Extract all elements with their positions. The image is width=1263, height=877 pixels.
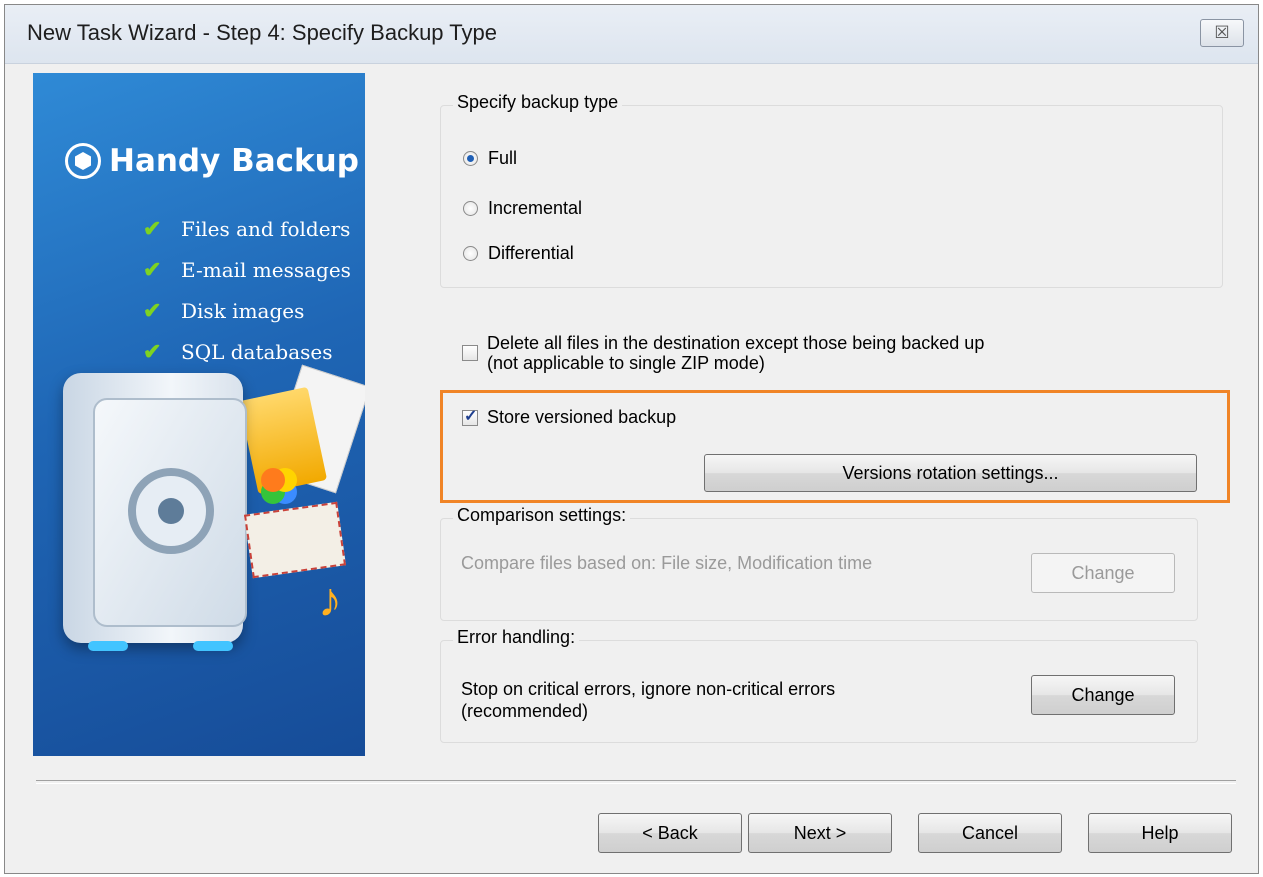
delete-files-note: (not applicable to single ZIP mode) bbox=[487, 353, 765, 373]
close-button[interactable]: ☒ bbox=[1200, 19, 1244, 47]
safe-wheel-icon bbox=[128, 468, 214, 554]
store-versioned-option[interactable]: Store versioned backup bbox=[462, 407, 676, 427]
backup-type-legend: Specify backup type bbox=[453, 92, 623, 113]
footer-separator bbox=[36, 780, 1236, 784]
radio-incremental-label: Incremental bbox=[488, 198, 583, 218]
backup-type-group: Specify backup type Full Incremental Dif… bbox=[440, 92, 1223, 288]
checkmark-icon: ✔ bbox=[143, 339, 162, 365]
radio-full-label: Full bbox=[488, 148, 518, 168]
delete-files-label: Delete all files in the destination exce… bbox=[487, 333, 985, 353]
versions-rotation-settings-button[interactable]: Versions rotation settings... bbox=[704, 454, 1197, 492]
back-button[interactable]: < Back bbox=[598, 813, 742, 853]
feature-list: ✔ Files and folders ✔ E-mail messages ✔ Dis… bbox=[143, 208, 351, 372]
safe-foot bbox=[193, 641, 233, 651]
radio-incremental[interactable]: Incremental bbox=[463, 198, 582, 219]
next-button[interactable]: Next > bbox=[748, 813, 892, 853]
product-banner: Handy Backup ✔ Files and folders ✔ E-mail … bbox=[33, 73, 365, 756]
brand-name: Handy Backup bbox=[109, 143, 359, 179]
store-versioned-label: Store versioned backup bbox=[487, 407, 677, 427]
radio-full-button[interactable] bbox=[463, 151, 478, 166]
comparison-settings-text: Compare files based on: File size, Modif… bbox=[461, 553, 873, 573]
delete-files-checkbox[interactable] bbox=[462, 345, 478, 361]
handy-backup-logo-icon bbox=[65, 143, 101, 179]
radio-differential-label: Differential bbox=[488, 243, 574, 263]
cancel-button[interactable]: Cancel bbox=[918, 813, 1062, 853]
comparison-change-button[interactable]: Change bbox=[1031, 553, 1175, 593]
flower-icon bbox=[261, 468, 285, 492]
checkmark-icon: ✔ bbox=[143, 216, 162, 242]
store-versioned-checkbox[interactable] bbox=[462, 407, 478, 427]
radio-full[interactable]: Full bbox=[463, 148, 517, 169]
safe-foot bbox=[88, 641, 128, 651]
feature-item: ✔ Files and folders bbox=[143, 216, 351, 242]
error-handling-group: Error handling: Stop on critical errors,… bbox=[440, 627, 1198, 743]
error-handling-legend: Error handling: bbox=[453, 627, 580, 648]
help-button[interactable]: Help bbox=[1088, 813, 1232, 853]
comparison-settings-group: Comparison settings: Compare files based… bbox=[440, 505, 1198, 621]
radio-differential[interactable]: Differential bbox=[463, 243, 574, 264]
brand-logo: Handy Backup bbox=[65, 143, 359, 179]
delete-files-option[interactable]: Delete all files in the destination exce… bbox=[462, 333, 984, 373]
checkmark-icon: ✔ bbox=[143, 298, 162, 324]
error-handling-text: Stop on critical errors, ignore non-crit… bbox=[461, 679, 836, 721]
comparison-settings-legend: Comparison settings: bbox=[453, 505, 631, 526]
feature-item: ✔ SQL databases bbox=[143, 339, 333, 365]
radio-incremental-button[interactable] bbox=[463, 201, 478, 216]
radio-differential-button[interactable] bbox=[463, 246, 478, 261]
window-title: New Task Wizard - Step 4: Specify Backup… bbox=[27, 20, 497, 45]
music-note-icon: ♪ bbox=[318, 574, 342, 627]
checkmark-icon: ✔ bbox=[143, 257, 162, 283]
error-handling-change-button[interactable]: Change bbox=[1031, 675, 1175, 715]
title-bar: New Task Wizard - Step 4: Specify Backup… bbox=[5, 5, 1258, 64]
feature-item: ✔ E-mail messages bbox=[143, 257, 351, 283]
envelope-illustration bbox=[244, 501, 346, 579]
feature-item: ✔ Disk images bbox=[143, 298, 305, 324]
